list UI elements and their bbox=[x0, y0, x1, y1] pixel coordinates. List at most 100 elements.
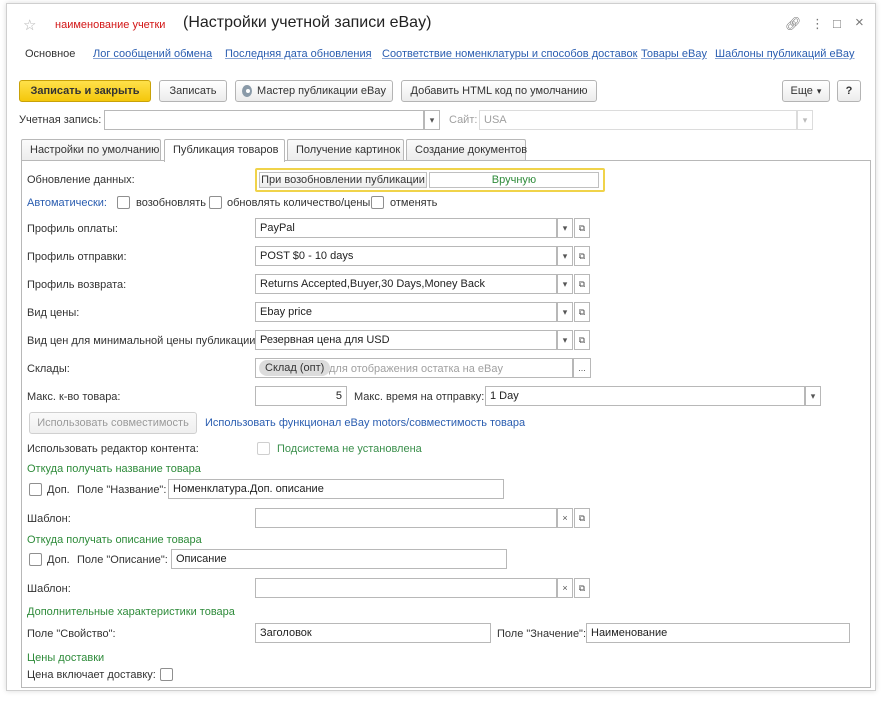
tab-create-documents[interactable]: Создание документов bbox=[406, 139, 527, 161]
name-dop-checkbox[interactable] bbox=[29, 483, 42, 496]
update-on-resume-option[interactable]: При возобновлении публикации bbox=[259, 172, 427, 188]
desc-field-label: Поле "Описание": bbox=[77, 554, 168, 566]
auto-resume-checkbox[interactable] bbox=[117, 196, 130, 209]
more-button[interactable]: Еще ▾ bbox=[782, 80, 830, 102]
value-field-label: Поле "Значение": bbox=[497, 628, 587, 640]
desc-field-input[interactable]: Описание bbox=[171, 549, 507, 569]
chevron-down-icon: ▾ bbox=[816, 85, 822, 96]
save-button[interactable]: Записать bbox=[159, 80, 227, 102]
account-label: Учетная запись: bbox=[19, 114, 102, 126]
desc-template-input[interactable] bbox=[255, 578, 557, 598]
nav-nomenclature-mapping[interactable]: Соответствие номенклатуры и способов дос… bbox=[382, 48, 637, 60]
name-dop-label: Доп. bbox=[47, 484, 70, 496]
site-dropdown-button: ▾ bbox=[797, 110, 813, 130]
max-qty-label: Макс. к-во товара: bbox=[27, 391, 121, 403]
favorite-star-icon[interactable]: ☆ bbox=[23, 16, 36, 34]
link-icon[interactable]: 🔗︎ bbox=[785, 16, 802, 32]
price-type-input[interactable]: Ebay price bbox=[255, 302, 557, 322]
content-editor-label: Использовать редактор контента: bbox=[27, 443, 199, 455]
update-data-label: Обновление данных: bbox=[27, 174, 135, 186]
more-label: Еще bbox=[790, 85, 813, 97]
globe-icon bbox=[242, 85, 253, 97]
value-field-input[interactable]: Наименование bbox=[586, 623, 850, 643]
name-source-section: Откуда получать название товара bbox=[27, 463, 201, 475]
min-price-type-label: Вид цен для минимальной цены публикации: bbox=[27, 335, 259, 347]
content-editor-status: Подсистема не установлена bbox=[277, 443, 422, 455]
return-profile-input[interactable]: Returns Accepted,Buyer,30 Days,Money Bac… bbox=[255, 274, 557, 294]
return-profile-open-icon[interactable]: ⧉ bbox=[574, 274, 590, 294]
name-template-open-icon[interactable]: ⧉ bbox=[574, 508, 590, 528]
save-and-close-button[interactable]: Записать и закрыть bbox=[19, 80, 151, 102]
tab-get-images[interactable]: Получение картинок bbox=[287, 139, 404, 161]
tab-default-settings[interactable]: Настройки по умолчанию bbox=[21, 139, 161, 161]
max-ship-time-input[interactable]: 1 Day bbox=[485, 386, 805, 406]
payment-profile-open-icon[interactable]: ⧉ bbox=[574, 218, 590, 238]
account-name-title: наименование учетки bbox=[55, 19, 166, 31]
property-field-label: Поле "Свойство": bbox=[27, 628, 116, 640]
max-qty-input[interactable]: 5 bbox=[255, 386, 347, 406]
warehouses-label: Склады: bbox=[27, 363, 70, 375]
delivery-prices-section: Цены доставки bbox=[27, 652, 105, 664]
automatic-label: Автоматически: bbox=[27, 197, 107, 209]
auto-update-qty-checkbox[interactable] bbox=[209, 196, 222, 209]
desc-dop-checkbox[interactable] bbox=[29, 553, 42, 566]
close-icon[interactable]: × bbox=[855, 14, 864, 31]
price-includes-delivery-checkbox[interactable] bbox=[160, 668, 173, 681]
site-input: USA bbox=[479, 110, 797, 130]
update-mode-switch: При возобновлении публикации Вручную bbox=[255, 168, 605, 192]
more-menu-icon[interactable]: ⋮ bbox=[811, 16, 824, 32]
price-includes-delivery-label: Цена включает доставку: bbox=[27, 669, 156, 681]
description-source-section: Откуда получать описание товара bbox=[27, 534, 202, 546]
name-template-input[interactable] bbox=[255, 508, 557, 528]
price-type-open-icon[interactable]: ⧉ bbox=[574, 302, 590, 322]
settings-window: ☆ наименование учетки (Настройки учетной… bbox=[6, 3, 876, 691]
name-template-clear-icon[interactable]: × bbox=[557, 508, 573, 528]
publication-wizard-label: Мастер публикации eBay bbox=[257, 85, 386, 97]
return-profile-label: Профиль возврата: bbox=[27, 279, 127, 291]
help-button[interactable]: ? bbox=[837, 80, 861, 102]
update-manual-option[interactable]: Вручную bbox=[429, 172, 599, 188]
nav-ebay-items[interactable]: Товары eBay bbox=[641, 48, 707, 60]
add-html-button[interactable]: Добавить HTML код по умолчанию bbox=[401, 80, 597, 102]
price-type-label: Вид цены: bbox=[27, 307, 80, 319]
warehouse-chip[interactable]: Склад (опт) bbox=[259, 360, 331, 376]
min-price-type-open-icon[interactable]: ⧉ bbox=[574, 330, 590, 350]
auto-cancel-label: отменять bbox=[390, 197, 438, 209]
compatibility-link[interactable]: Использовать функционал eBay motors/совм… bbox=[205, 417, 525, 429]
content-editor-checkbox bbox=[257, 442, 270, 455]
maximize-icon[interactable]: □ bbox=[833, 16, 841, 31]
auto-cancel-checkbox[interactable] bbox=[371, 196, 384, 209]
min-price-type-input[interactable]: Резервная цена для USD bbox=[255, 330, 557, 350]
min-price-type-dropdown[interactable]: ▾ bbox=[557, 330, 573, 350]
desc-dop-label: Доп. bbox=[47, 554, 70, 566]
desc-template-clear-icon[interactable]: × bbox=[557, 578, 573, 598]
warehouses-select-button[interactable]: ... bbox=[573, 358, 591, 378]
payment-profile-input[interactable]: PayPal bbox=[255, 218, 557, 238]
auto-update-qty-label: обновлять количество/цены bbox=[227, 197, 371, 209]
property-field-input[interactable]: Заголовок bbox=[255, 623, 491, 643]
return-profile-dropdown[interactable]: ▾ bbox=[557, 274, 573, 294]
max-ship-time-dropdown[interactable]: ▾ bbox=[805, 386, 821, 406]
desc-template-open-icon[interactable]: ⧉ bbox=[574, 578, 590, 598]
payment-profile-dropdown[interactable]: ▾ bbox=[557, 218, 573, 238]
max-ship-time-label: Макс. время на отправку: bbox=[354, 391, 485, 403]
publication-wizard-button[interactable]: Мастер публикации eBay bbox=[235, 80, 393, 102]
warehouses-hint: для отображения остатка на eBay bbox=[329, 363, 503, 375]
tab-product-publication[interactable]: Публикация товаров bbox=[164, 139, 285, 162]
nav-last-update[interactable]: Последняя дата обновления bbox=[225, 48, 372, 60]
nav-publication-templates[interactable]: Шаблоны публикаций eBay bbox=[715, 48, 855, 60]
account-input[interactable] bbox=[104, 110, 424, 130]
account-dropdown-button[interactable]: ▾ bbox=[424, 110, 440, 130]
name-template-label: Шаблон: bbox=[27, 513, 71, 525]
price-type-dropdown[interactable]: ▾ bbox=[557, 302, 573, 322]
use-compatibility-button: Использовать совместимость bbox=[29, 412, 197, 434]
shipping-profile-input[interactable]: POST $0 - 10 days bbox=[255, 246, 557, 266]
shipping-profile-dropdown[interactable]: ▾ bbox=[557, 246, 573, 266]
name-field-input[interactable]: Номенклатура.Доп. описание bbox=[168, 479, 504, 499]
nav-exchange-log[interactable]: Лог сообщений обмена bbox=[93, 48, 212, 60]
shipping-profile-open-icon[interactable]: ⧉ bbox=[574, 246, 590, 266]
shipping-profile-label: Профиль отправки: bbox=[27, 251, 127, 263]
auto-resume-label: возобновлять bbox=[136, 197, 206, 209]
name-field-label: Поле "Название": bbox=[77, 484, 167, 496]
nav-main[interactable]: Основное bbox=[25, 48, 75, 60]
